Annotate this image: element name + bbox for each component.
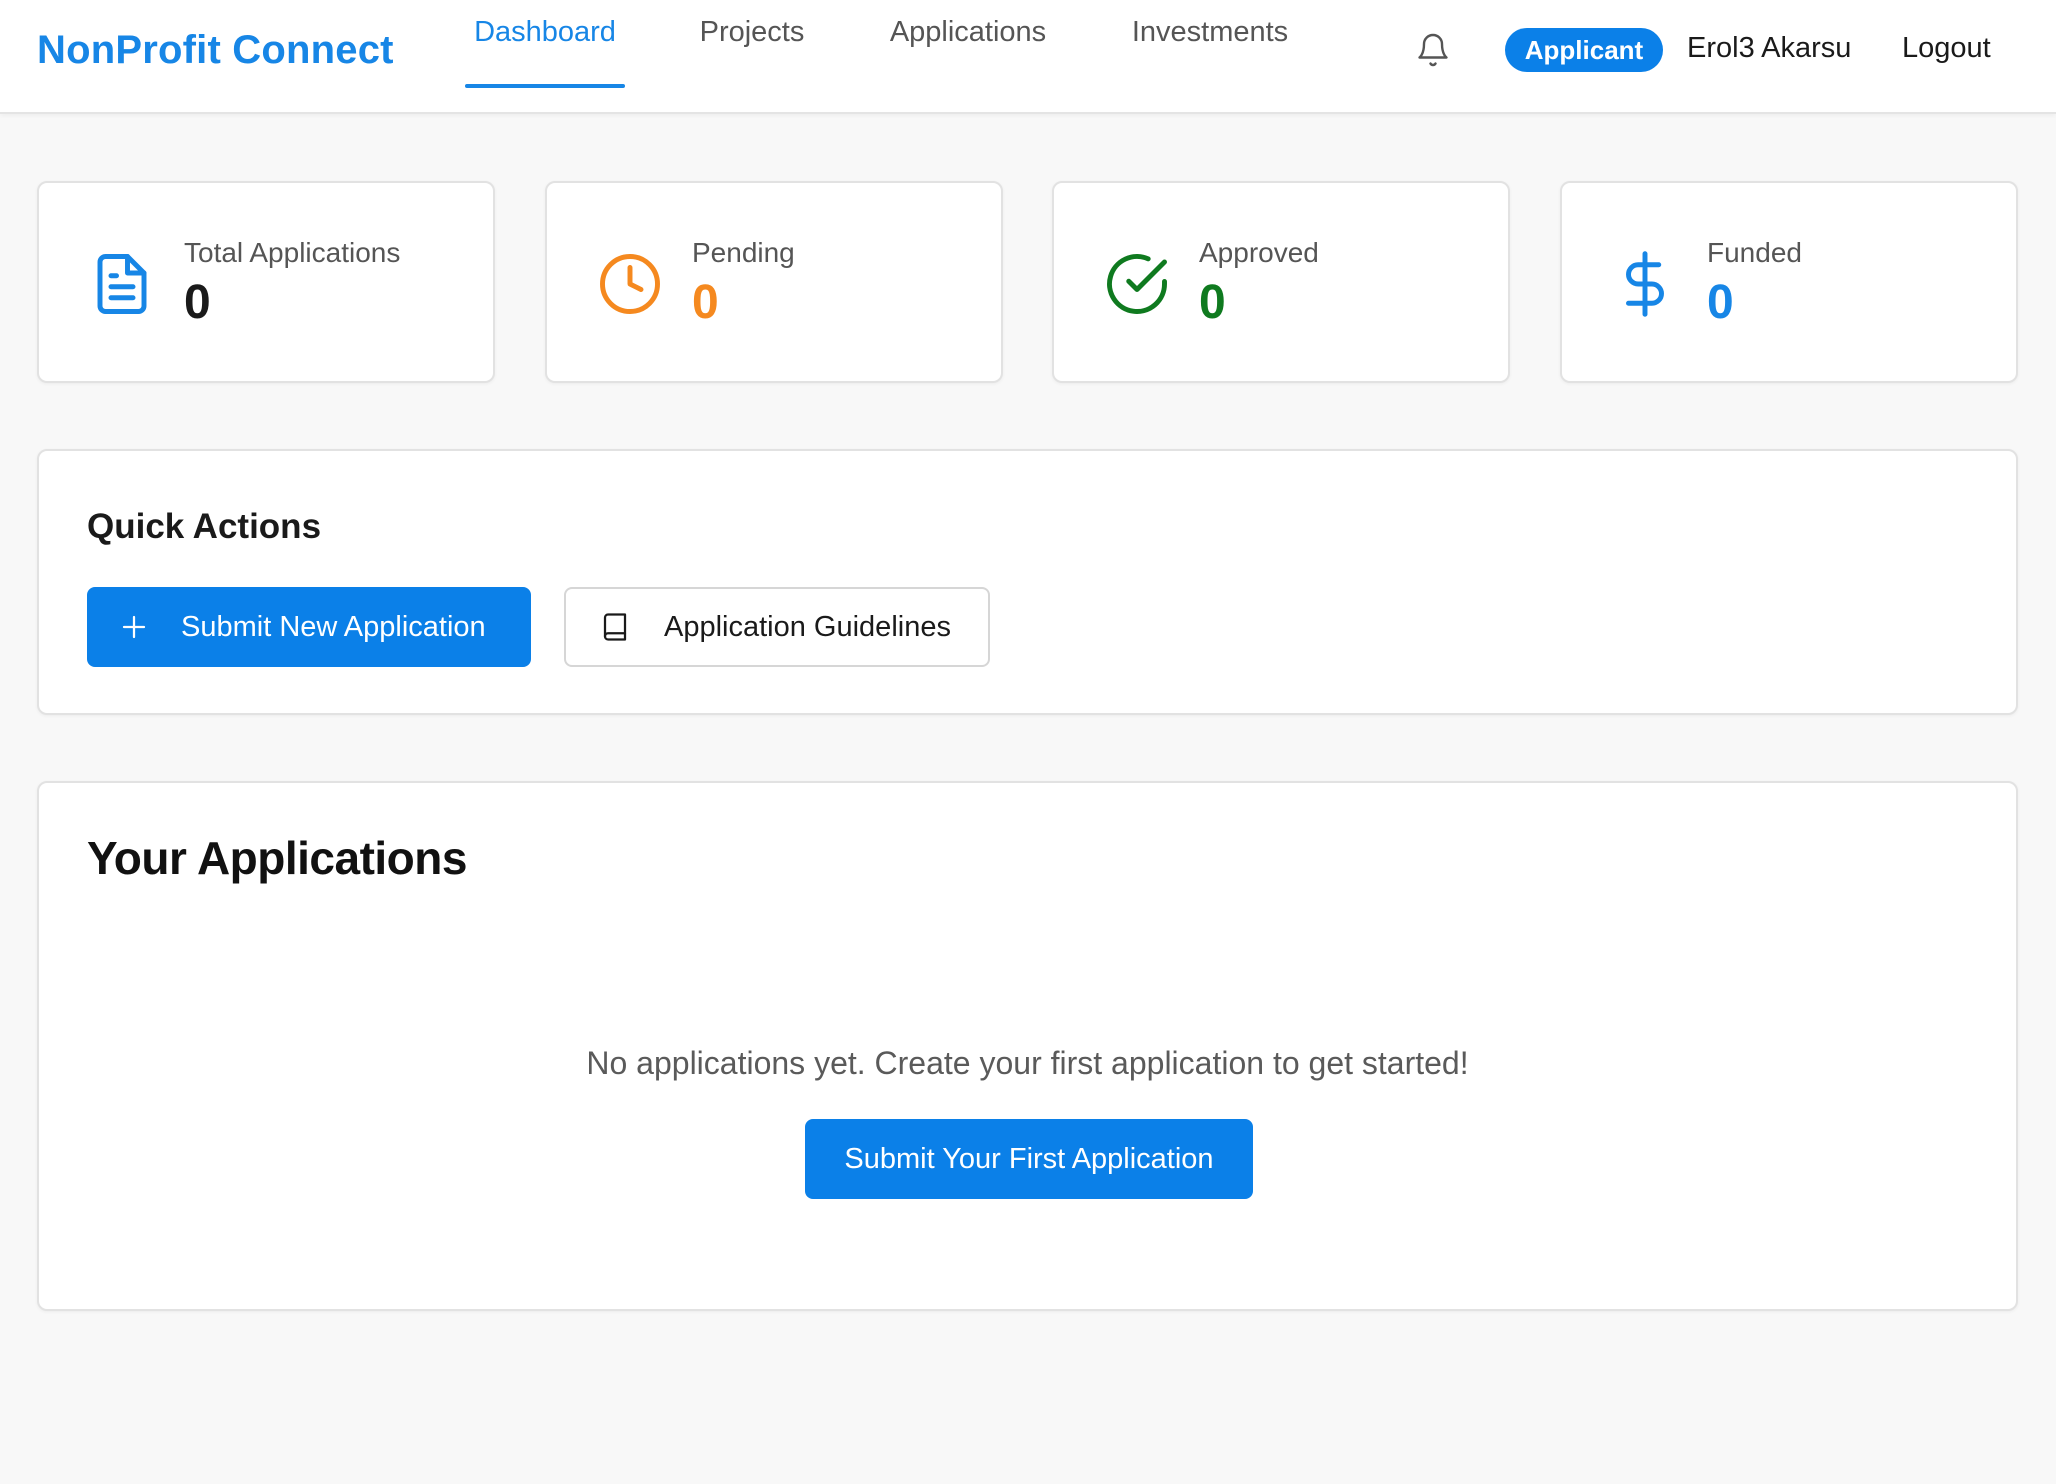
button-label: Submit Your First Application (844, 1142, 1214, 1175)
stat-value: 0 (1707, 276, 1734, 329)
stat-card-pending: Pending 0 (545, 181, 1003, 383)
empty-state-message: No applications yet. Create your first a… (586, 1045, 1469, 1081)
bell-icon[interactable] (1415, 32, 1451, 68)
submit-new-application-button[interactable]: Submit New Application (87, 587, 531, 667)
stat-value: 0 (184, 276, 211, 329)
submit-first-application-button[interactable]: Submit Your First Application (805, 1119, 1253, 1199)
stat-card-approved: Approved 0 (1052, 181, 1510, 383)
stat-value: 0 (692, 276, 719, 329)
application-guidelines-button[interactable]: Application Guidelines (564, 587, 990, 667)
stat-card-total: Total Applications 0 (37, 181, 495, 383)
top-navbar: NonProfit Connect Dashboard Projects App… (0, 0, 2056, 114)
logout-button[interactable]: Logout (1902, 32, 1991, 65)
dollar-icon (1626, 251, 1664, 317)
role-badge: Applicant (1505, 28, 1663, 72)
nav-tab-investments[interactable]: Investments (1124, 16, 1296, 88)
stat-value: 0 (1199, 276, 1226, 329)
stat-label: Pending (692, 237, 795, 268)
stat-card-funded: Funded 0 (1560, 181, 2018, 383)
nav-tab-label: Projects (699, 16, 805, 48)
nav-tab-projects[interactable]: Projects (692, 16, 812, 88)
nav-tab-label: Applications (889, 16, 1047, 48)
brand-logo[interactable]: NonProfit Connect (37, 28, 394, 73)
stat-label: Total Applications (184, 237, 401, 268)
stat-label: Funded (1707, 237, 1802, 268)
nav-tab-label: Dashboard (474, 16, 616, 48)
check-circle-icon (1107, 254, 1167, 314)
button-label: Submit New Application (181, 610, 486, 643)
stat-label: Approved (1199, 237, 1319, 268)
quick-actions-title: Quick Actions (87, 507, 322, 546)
applications-panel: Your Applications No applications yet. C… (37, 781, 2018, 1311)
applications-title: Your Applications (87, 832, 467, 884)
book-icon (603, 613, 627, 641)
button-label: Application Guidelines (664, 610, 951, 643)
document-icon (97, 254, 147, 314)
nav-tab-dashboard[interactable]: Dashboard (465, 16, 625, 88)
nav-tab-applications[interactable]: Applications (880, 16, 1056, 88)
user-name: Erol3 Akarsu (1687, 32, 1852, 64)
clock-icon (600, 254, 660, 314)
nav-tab-label: Investments (1131, 16, 1289, 48)
quick-actions-panel: Quick Actions Submit New Application App… (37, 449, 2018, 715)
plus-icon (122, 615, 146, 639)
